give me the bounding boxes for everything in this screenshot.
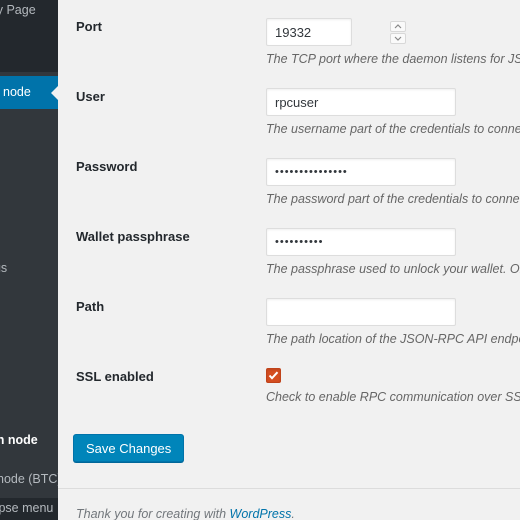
field-label-path: Path — [76, 299, 105, 314]
field-label-user: User — [76, 89, 105, 104]
user-input[interactable] — [266, 88, 456, 116]
spinner-up-icon[interactable] — [390, 21, 406, 32]
field-label-port: Port — [76, 19, 102, 34]
settings-content-area: Port The TCP port where th — [58, 0, 520, 520]
field-control-user: The username part of the credentials to … — [266, 88, 520, 137]
field-label-wallet-passphrase: Wallet passphrase — [76, 229, 190, 244]
wordpress-admin-screen: Privacy Page Bitcoin node Settings Bitco… — [0, 0, 520, 520]
field-control-path: The path location of the JSON-RPC API en… — [266, 298, 520, 347]
port-number-wrapper — [266, 18, 456, 46]
footer-thanks-text: Thank you for creating with — [76, 507, 230, 520]
field-label-password: Password — [76, 159, 138, 174]
port-spinner[interactable] — [390, 21, 408, 44]
spinner-down-icon[interactable] — [390, 33, 406, 44]
sidebar-item-label: Bitcoin node — [0, 85, 31, 99]
sidebar-item-label: Bitcoin node — [0, 433, 38, 447]
sidebar-collapse-menu-button[interactable]: Collapse menu — [0, 498, 58, 520]
sidebar-item-bitcoin-node-btc[interactable]: Bitcoin node (BTC) — [0, 471, 58, 493]
sidebar-item-label: Privacy Page — [0, 3, 36, 17]
footer-suffix: . — [291, 507, 295, 520]
field-description-wallet-passphrase: The passphrase used to unlock your walle… — [266, 262, 520, 276]
admin-footer-text: Thank you for creating with WordPress. — [76, 507, 295, 520]
sidebar-item-label: Settings — [0, 261, 8, 275]
sidebar-item-privacy-page[interactable]: Privacy Page — [0, 0, 58, 26]
sidebar-current-arrow-icon — [51, 84, 58, 101]
admin-sidebar-menu: Privacy Page Bitcoin node Settings Bitco… — [0, 0, 58, 520]
field-control-password: The password part of the credentials to … — [266, 158, 520, 207]
field-description-ssl-enabled: Check to enable RPC communication over S… — [266, 390, 520, 404]
sidebar-item-label: Bitcoin node (BTC) — [0, 472, 58, 486]
field-description-password: The password part of the credentials to … — [266, 192, 520, 206]
sidebar-item-settings[interactable]: Settings — [0, 260, 58, 282]
sidebar-item-bitcoin-node-heading[interactable]: Bitcoin node — [0, 432, 58, 454]
field-description-port: The TCP port where the daemon listens fo… — [266, 52, 520, 66]
wallet-passphrase-input[interactable] — [266, 228, 456, 256]
field-description-path: The path location of the JSON-RPC API en… — [266, 332, 520, 346]
footer-divider — [58, 488, 520, 489]
ssl-enabled-checkbox[interactable] — [266, 368, 281, 383]
port-input[interactable] — [266, 18, 352, 46]
path-input[interactable] — [266, 298, 456, 326]
sidebar-collapse-label: Collapse menu — [0, 501, 54, 515]
field-control-ssl-enabled: Check to enable RPC communication over S… — [266, 368, 520, 405]
sidebar-item-bitcoin-node-current[interactable]: Bitcoin node — [0, 76, 58, 109]
checkmark-icon — [268, 371, 279, 380]
save-changes-button[interactable]: Save Changes — [73, 434, 185, 462]
field-control-wallet-passphrase: The passphrase used to unlock your walle… — [266, 228, 520, 277]
password-input[interactable] — [266, 158, 456, 186]
field-control-port: The TCP port where the daemon listens fo… — [266, 18, 520, 67]
wordpress-link[interactable]: WordPress — [230, 507, 292, 520]
field-label-ssl-enabled: SSL enabled — [76, 369, 154, 384]
field-description-user: The username part of the credentials to … — [266, 122, 520, 136]
